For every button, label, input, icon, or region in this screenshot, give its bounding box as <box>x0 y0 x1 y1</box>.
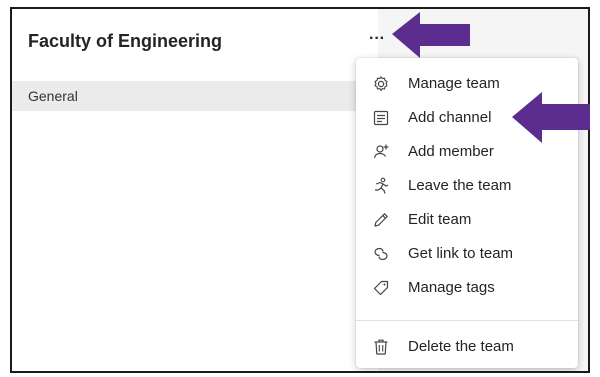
menu-item-manage-tags[interactable]: Manage tags <box>356 271 578 305</box>
team-pane: Faculty of Engineering ··· General <box>12 9 385 371</box>
channel-icon <box>373 110 389 126</box>
menu-item-label: Edit team <box>408 211 472 228</box>
team-header: Faculty of Engineering ··· <box>12 9 385 71</box>
more-options-button[interactable]: ··· <box>364 29 390 49</box>
annotation-arrow-add-channel <box>512 92 590 143</box>
trash-icon <box>374 339 388 355</box>
link-icon <box>374 247 388 261</box>
channel-item-general[interactable]: General <box>12 81 378 111</box>
annotation-arrow-more-options <box>392 12 470 58</box>
tag-icon <box>373 280 389 296</box>
menu-item-delete-team[interactable]: Delete the team <box>356 330 578 364</box>
menu-item-leave-team[interactable]: Leave the team <box>356 169 578 203</box>
menu-item-edit-team[interactable]: Edit team <box>356 203 578 237</box>
leave-icon <box>375 177 389 194</box>
pencil-icon <box>374 213 388 227</box>
menu-divider <box>356 320 578 321</box>
menu-item-label: Get link to team <box>408 245 514 262</box>
menu-item-label: Add member <box>408 143 494 160</box>
menu-item-get-link[interactable]: Get link to team <box>356 237 578 271</box>
add-member-icon <box>373 144 389 159</box>
gear-icon <box>374 76 388 91</box>
teams-panel: Faculty of Engineering ··· General Manag… <box>10 7 590 373</box>
menu-item-label: Add channel <box>408 109 492 126</box>
team-name: Faculty of Engineering <box>28 31 223 51</box>
menu-item-label: Manage team <box>408 75 500 92</box>
channel-label: General <box>28 88 78 104</box>
menu-item-label: Delete the team <box>408 338 514 355</box>
menu-item-label: Manage tags <box>408 279 495 296</box>
menu-item-label: Leave the team <box>408 177 512 194</box>
